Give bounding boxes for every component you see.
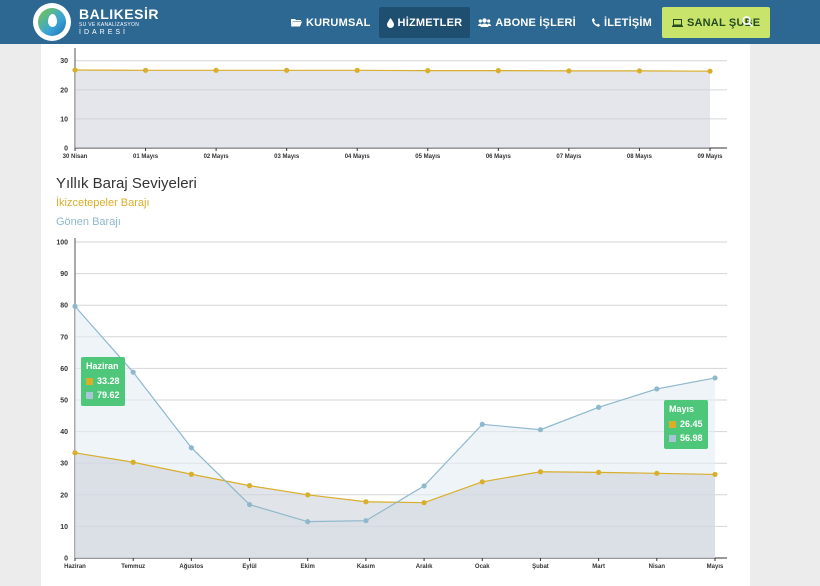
tooltip-value-ikizcetepeler: 26.45	[680, 419, 703, 429]
data-point	[72, 303, 78, 310]
x-tick-label: Şubat	[532, 564, 549, 570]
x-tick-label: Temmuz	[121, 564, 145, 570]
y-tick-label: 20	[60, 492, 68, 499]
data-point	[363, 499, 369, 505]
data-point	[188, 471, 194, 477]
tooltip-value-ikizcetepeler: 33.28	[97, 376, 120, 386]
y-tick-label: 70	[60, 334, 68, 341]
data-point	[479, 479, 485, 485]
x-tick-label: Haziran	[64, 564, 86, 570]
y-tick-label: 60	[60, 366, 68, 373]
tooltip-value-gonen: 79.62	[97, 390, 120, 400]
data-point	[537, 427, 544, 433]
x-tick-label: Ocak	[475, 564, 490, 570]
data-point	[421, 483, 427, 489]
data-point	[363, 518, 369, 524]
data-point	[479, 421, 485, 427]
x-tick-label: Ağustos	[179, 564, 204, 570]
data-point	[130, 459, 136, 465]
y-tick-label: 40	[60, 429, 68, 436]
data-point	[654, 470, 660, 476]
data-point	[246, 483, 253, 489]
x-tick-label: Mayıs	[707, 564, 724, 570]
data-point	[712, 375, 718, 381]
data-point	[130, 369, 136, 375]
data-point	[596, 404, 602, 410]
yearly-level-chart: 0 10 20 30 40 50 60 70 80 90 100 Haziran Temmuz Ağust…	[56, 238, 727, 570]
data-point	[305, 492, 311, 498]
x-tick-label: Aralık	[416, 564, 433, 570]
x-tick-label: Mart	[592, 564, 605, 570]
x-tick-label: Ekim	[301, 564, 315, 570]
data-point	[421, 500, 427, 506]
tooltip-mayis: Mayıs 26.45 56.98	[664, 400, 708, 449]
data-point	[596, 469, 602, 475]
y-tick-label: 30	[60, 461, 68, 468]
y-tick-label: 80	[60, 303, 68, 310]
y-tick-label: 50	[60, 398, 68, 405]
data-point	[72, 450, 78, 456]
data-point	[712, 471, 718, 478]
x-tick-label: Kasım	[357, 564, 375, 570]
tooltip-haziran: Haziran 33.28 79.62	[81, 357, 125, 406]
data-point	[305, 519, 311, 525]
y-tick-label: 10	[60, 524, 68, 531]
tooltip-title: Mayıs	[669, 404, 695, 414]
data-point	[654, 386, 660, 392]
x-tick-label: Nisan	[649, 564, 666, 570]
x-tick-label: Eylül	[242, 564, 257, 570]
y-tick-label: 0	[64, 556, 68, 563]
tooltip-value-gonen: 56.98	[680, 433, 703, 443]
y-tick-label: 100	[56, 240, 68, 247]
data-point	[246, 501, 253, 508]
data-point	[537, 469, 544, 475]
tooltip-title: Haziran	[86, 361, 119, 371]
data-point	[188, 445, 194, 451]
y-tick-label: 90	[60, 271, 68, 278]
